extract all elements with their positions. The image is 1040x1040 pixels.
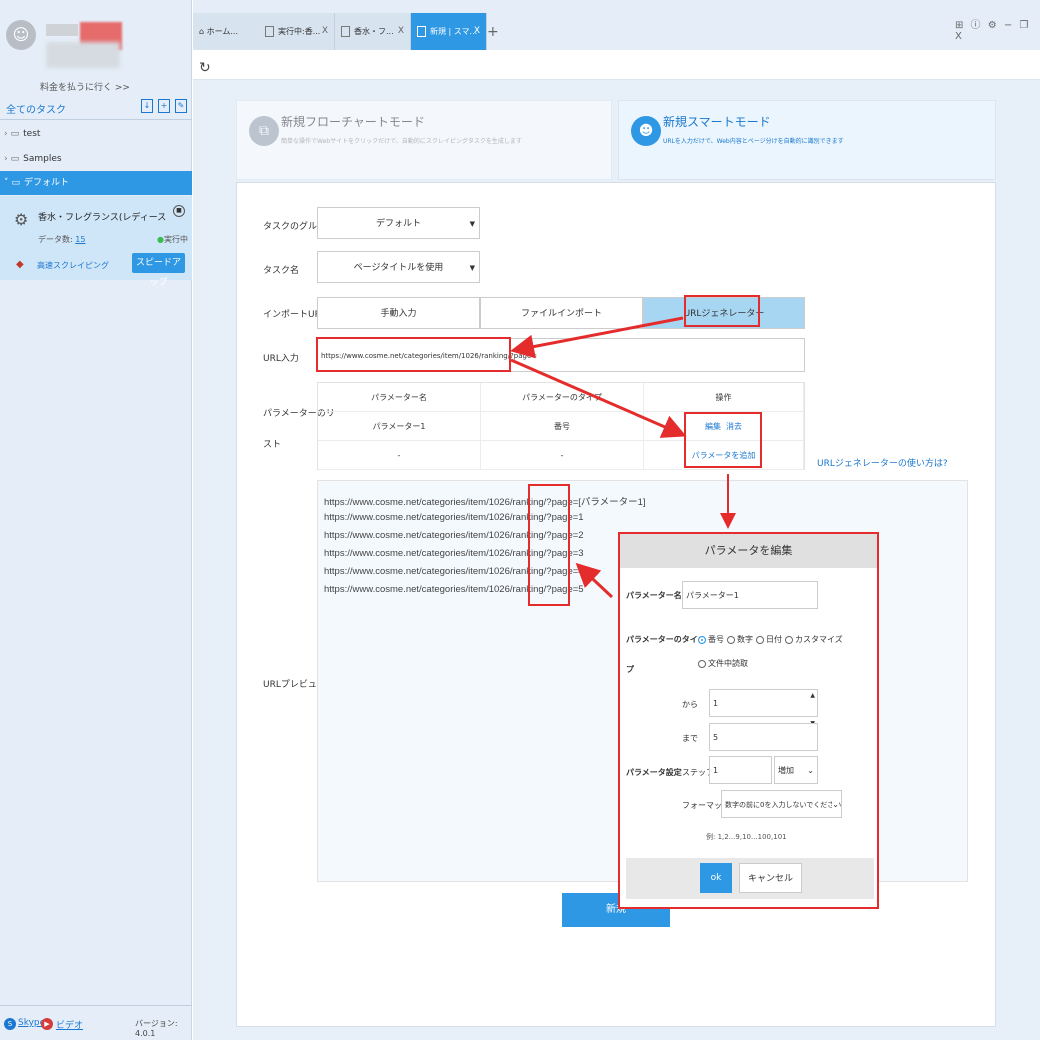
arrow-dialog-to-preview [575,562,614,599]
annotation-arrows [510,316,736,599]
arrow-generator-to-url [510,316,684,359]
arrow-url-to-actions [510,358,687,438]
